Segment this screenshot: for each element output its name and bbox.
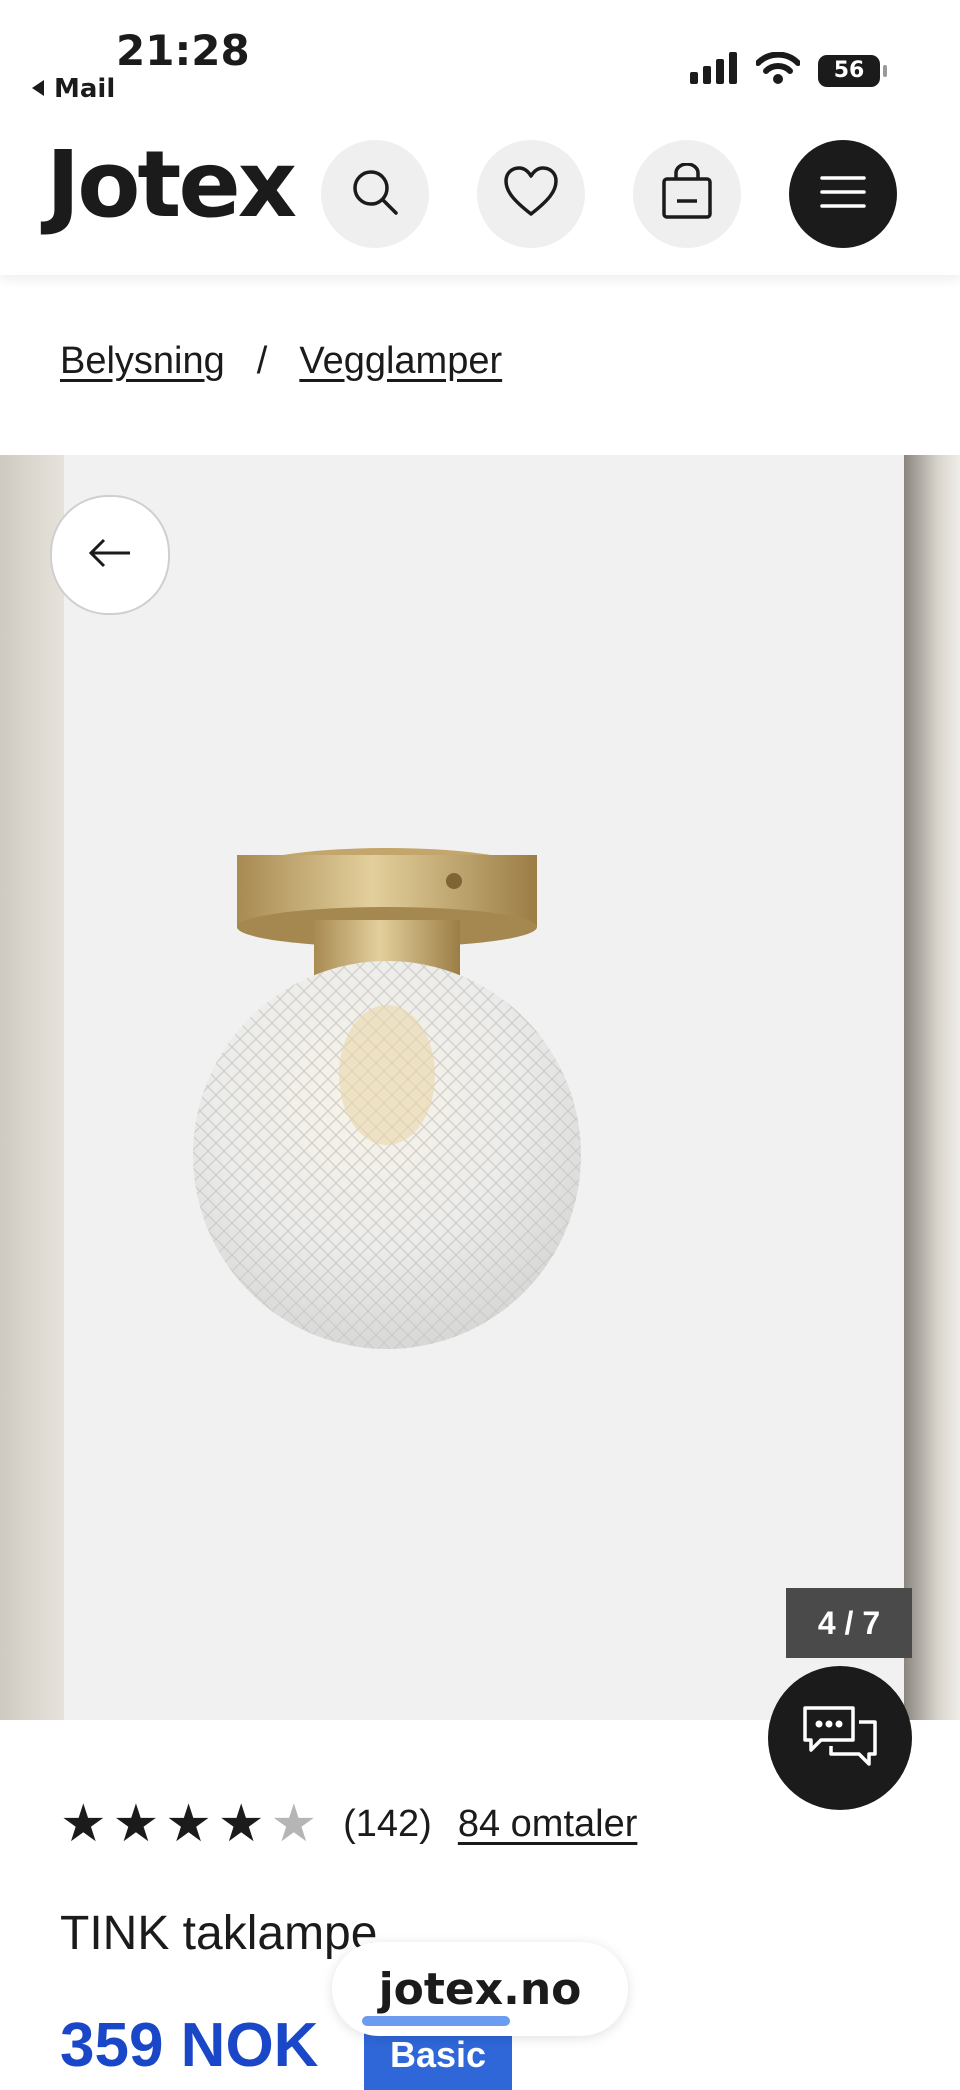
status-bar: 21:28 Mail 56 [0, 0, 960, 120]
product-image [64, 455, 904, 1720]
star-filled-icon: ★ [217, 1795, 265, 1853]
rating-count: (142) [343, 1802, 432, 1845]
breadcrumb: Belysning / Vegglamper [60, 340, 502, 383]
previous-image-button[interactable] [50, 495, 170, 615]
page-loading-bar [362, 2016, 510, 2026]
chat-bubbles-icon [801, 1704, 879, 1773]
cellular-signal-icon [690, 52, 738, 89]
breadcrumb-separator: / [256, 340, 268, 382]
battery-indicator: 56 [818, 54, 887, 87]
product-image-gallery[interactable]: 4 / 7 [0, 455, 960, 1720]
status-icons: 56 [690, 51, 887, 89]
reviews-link[interactable]: 84 omtaler [458, 1803, 638, 1846]
site-header: Jotex [0, 120, 960, 275]
bag-icon [660, 161, 714, 226]
search-icon [349, 166, 401, 223]
product-price: 359 NOK [60, 2011, 319, 2080]
rating-stars: ★ ★ ★ ★ ★ [60, 1798, 317, 1850]
product-rating: ★ ★ ★ ★ ★ (142) 84 omtaler [60, 1798, 637, 1850]
breadcrumb-link-belysning[interactable]: Belysning [60, 340, 225, 383]
star-filled-icon: ★ [60, 1795, 107, 1853]
back-to-app-button[interactable]: Mail [30, 74, 115, 104]
heart-icon [503, 165, 559, 223]
previous-image-peek [0, 455, 64, 1720]
wishlist-button[interactable] [477, 140, 585, 248]
ceiling-lamp-illustration [193, 848, 581, 1349]
image-counter: 4 / 7 [786, 1588, 912, 1658]
breadcrumb-link-vegglamper[interactable]: Vegglamper [299, 340, 502, 383]
star-filled-icon: ★ [165, 1795, 212, 1853]
jotex-logo[interactable]: Jotex [46, 130, 297, 240]
back-triangle-icon [30, 74, 46, 104]
chat-button[interactable] [768, 1666, 912, 1810]
next-image-peek [904, 455, 960, 1720]
back-app-label: Mail [54, 74, 116, 104]
menu-icon [820, 174, 866, 215]
cart-button[interactable] [633, 140, 741, 248]
arrow-left-icon [88, 538, 132, 573]
search-button[interactable] [321, 140, 429, 248]
star-empty-icon: ★ [270, 1795, 318, 1853]
star-filled-icon: ★ [112, 1795, 160, 1853]
status-time: 21:28 [116, 26, 250, 75]
product-title: TINK taklampe [60, 1907, 378, 1960]
menu-button[interactable] [789, 140, 897, 248]
wifi-icon [755, 51, 801, 89]
